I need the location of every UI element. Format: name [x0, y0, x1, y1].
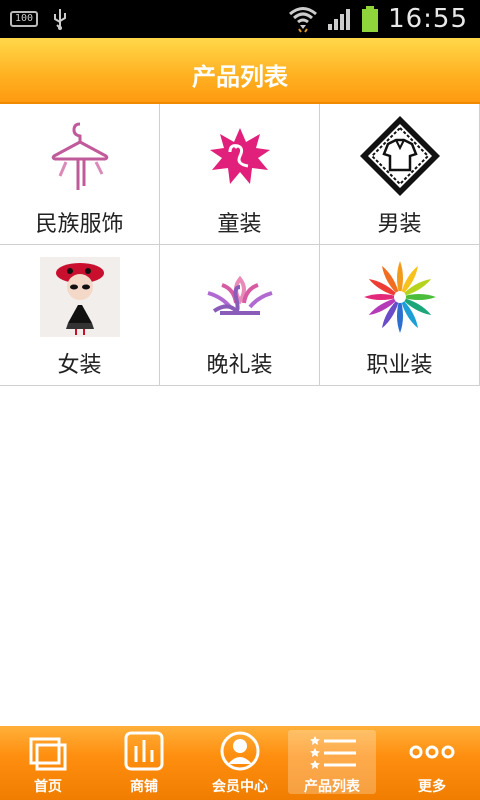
swan-flower-icon: [210, 128, 270, 184]
tab-label: 商铺: [130, 779, 158, 795]
tab-more[interactable]: 更多: [384, 726, 480, 800]
clock: 16:55: [388, 4, 468, 34]
category-label: 职业装: [366, 353, 433, 378]
category-label: 民族服饰: [35, 212, 124, 237]
shop-icon: [124, 731, 164, 771]
category-label: 女装: [57, 353, 102, 378]
category-ethnic-clothing[interactable]: 民族服饰: [0, 104, 160, 245]
color-wheel-icon: [364, 261, 436, 333]
category-womenswear[interactable]: 女装: [0, 245, 160, 386]
category-label: 晚礼装: [206, 353, 273, 378]
member-icon: [220, 731, 260, 771]
usb-icon: [54, 9, 66, 30]
tab-home[interactable]: 首页: [0, 726, 96, 800]
category-childrens-wear[interactable]: 童装: [160, 104, 320, 245]
tab-label: 更多: [418, 779, 446, 795]
status-bar: 100 16:55: [0, 0, 480, 38]
list-icon: [310, 736, 356, 769]
more-icon: [409, 745, 455, 759]
page-title: 产品列表: [192, 63, 288, 91]
tab-label: 会员中心: [212, 779, 268, 795]
battery-icon: [362, 6, 379, 32]
category-workwear[interactable]: 职业装: [320, 245, 480, 386]
tab-label: 产品列表: [304, 779, 360, 795]
tab-shop[interactable]: 商铺: [96, 726, 192, 800]
tab-product-list[interactable]: 产品列表: [288, 726, 384, 800]
hanger-icon: [51, 122, 109, 190]
home-icon: [29, 737, 67, 771]
category-evening-wear[interactable]: 晚礼装: [160, 245, 320, 386]
category-grid: 民族服饰 童装 男装 女装 晚礼装 职业装: [0, 104, 480, 386]
tab-member-center[interactable]: 会员中心: [192, 726, 288, 800]
shirt-stamp-icon: [360, 116, 440, 196]
title-bar: 产品列表: [0, 38, 480, 104]
category-label: 童装: [217, 212, 262, 237]
tab-label: 首页: [34, 779, 62, 795]
wifi-icon: [289, 7, 318, 33]
category-label: 男装: [377, 212, 422, 237]
signal-icon: [328, 9, 351, 30]
category-menswear[interactable]: 男装: [320, 104, 480, 245]
doll-icon: [40, 257, 120, 337]
lotus-swan-icon: [207, 275, 273, 315]
bottom-tab-bar: 首页 商铺 会员中心 产品列表 更多: [0, 726, 480, 800]
battery-100-icon: 100: [10, 11, 38, 27]
